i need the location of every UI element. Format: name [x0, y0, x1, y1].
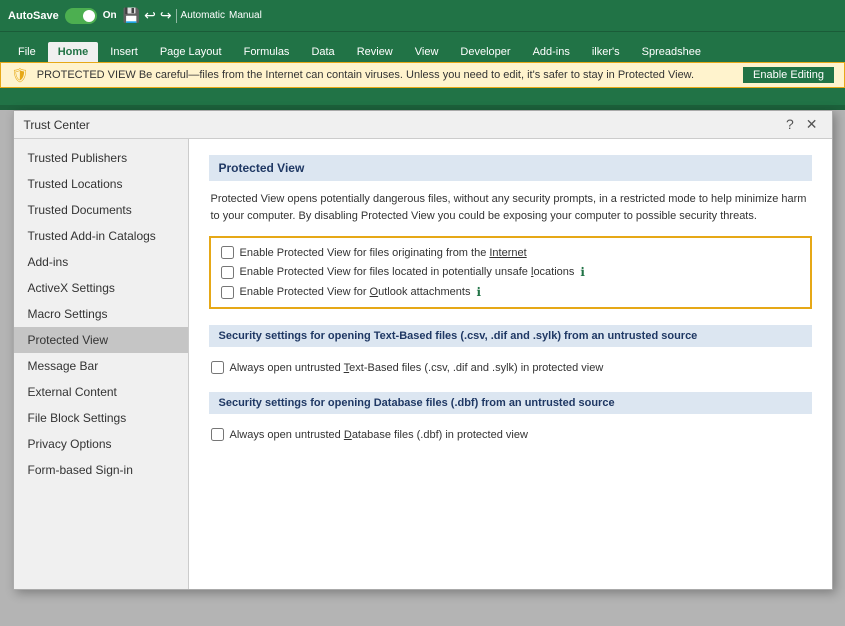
dialog-overlay: Trust Center ? ✕ Trusted Publishers Trus…	[0, 105, 845, 626]
autosave-toggle[interactable]	[65, 8, 97, 24]
auto-icon: Automatic	[181, 10, 225, 21]
dialog-close-btn[interactable]: ✕	[802, 116, 822, 133]
tab-spreadsheet[interactable]: Spreadshee	[632, 42, 711, 62]
sidebar-item-privacy[interactable]: Privacy Options	[14, 431, 188, 457]
dialog-titlebar: Trust Center ? ✕	[14, 111, 832, 139]
sidebar-item-trusted-addin-catalogs[interactable]: Trusted Add-in Catalogs	[14, 223, 188, 249]
section-description: Protected View opens potentially dangero…	[209, 191, 812, 224]
tab-page-layout[interactable]: Page Layout	[150, 42, 232, 62]
protected-view-checkboxes-group: Enable Protected View for files originat…	[209, 236, 812, 309]
autosave-bar: AutoSave On 💾 ↩ ↪ Automatic Manual	[0, 0, 845, 32]
sidebar-item-trusted-documents[interactable]: Trusted Documents	[14, 197, 188, 223]
section-header: Protected View	[209, 155, 812, 181]
sidebar-item-macro[interactable]: Macro Settings	[14, 301, 188, 327]
main-content-area: Protected View Protected View opens pote…	[189, 139, 832, 589]
checkbox-db-files[interactable]	[211, 428, 224, 441]
checkbox-internet-label: Enable Protected View for files originat…	[240, 247, 527, 259]
sidebar-item-external-content[interactable]: External Content	[14, 379, 188, 405]
tab-review[interactable]: Review	[347, 42, 403, 62]
trust-center-sidebar: Trusted Publishers Trusted Locations Tru…	[14, 139, 189, 589]
dialog-help-btn[interactable]: ?	[782, 116, 798, 133]
dialog-title: Trust Center	[24, 118, 90, 132]
sidebar-item-trusted-publishers[interactable]: Trusted Publishers	[14, 145, 188, 171]
tab-ilkers[interactable]: ilker's	[582, 42, 630, 62]
dialog-body: Trusted Publishers Trusted Locations Tru…	[14, 139, 832, 589]
checkbox-unsafe-locations[interactable]	[221, 266, 234, 279]
checkbox-row-outlook: Enable Protected View for Outlook attach…	[221, 285, 800, 299]
sidebar-item-message-bar[interactable]: Message Bar	[14, 353, 188, 379]
ribbon-tabs: File Home Insert Page Layout Formulas Da…	[0, 32, 845, 62]
info-icon-outlook[interactable]: ℹ	[476, 285, 481, 299]
undo-icon[interactable]: ↩	[144, 7, 156, 24]
protected-view-text: PROTECTED VIEW Be careful—files from the…	[37, 69, 735, 81]
save-icon[interactable]: 💾	[123, 7, 140, 24]
toggle-knob	[83, 10, 95, 22]
shield-icon: 🛡	[11, 67, 29, 84]
sidebar-item-protected-view[interactable]: Protected View	[14, 327, 188, 353]
tab-data[interactable]: Data	[301, 42, 344, 62]
sidebar-item-activex[interactable]: ActiveX Settings	[14, 275, 188, 301]
enable-editing-button[interactable]: Enable Editing	[743, 67, 834, 83]
checkbox-text-files[interactable]	[211, 361, 224, 374]
dialog-controls: ? ✕	[782, 116, 822, 133]
sidebar-item-trusted-locations[interactable]: Trusted Locations	[14, 171, 188, 197]
tab-view[interactable]: View	[405, 42, 449, 62]
db-files-label: Always open untrusted Database files (.d…	[230, 429, 528, 441]
checkbox-outlook-label: Enable Protected View for Outlook attach…	[240, 286, 471, 298]
db-files-checkbox-row: Always open untrusted Database files (.d…	[209, 424, 812, 445]
checkbox-row-unsafe-locations: Enable Protected View for files located …	[221, 265, 800, 279]
manual-icon: Manual	[229, 10, 262, 21]
protected-view-bar: 🛡 PROTECTED VIEW Be careful—files from t…	[0, 62, 845, 88]
info-icon-locations[interactable]: ℹ	[580, 265, 585, 279]
tab-developer[interactable]: Developer	[450, 42, 520, 62]
toggle-state-label: On	[103, 10, 117, 21]
db-section-header: Security settings for opening Database f…	[209, 392, 812, 414]
sidebar-item-file-block[interactable]: File Block Settings	[14, 405, 188, 431]
checkbox-unsafe-label: Enable Protected View for files located …	[240, 266, 575, 278]
sidebar-item-addins[interactable]: Add-ins	[14, 249, 188, 275]
tab-file[interactable]: File	[8, 42, 46, 62]
text-files-label: Always open untrusted Text-Based files (…	[230, 362, 604, 374]
tab-formulas[interactable]: Formulas	[234, 42, 300, 62]
quick-access-toolbar: 💾 ↩ ↪ Automatic Manual	[123, 7, 262, 24]
checkbox-outlook[interactable]	[221, 286, 234, 299]
redo-icon[interactable]: ↪	[160, 7, 172, 24]
trust-center-dialog: Trust Center ? ✕ Trusted Publishers Trus…	[13, 110, 833, 590]
tab-addins[interactable]: Add-ins	[523, 42, 580, 62]
text-section-header: Security settings for opening Text-Based…	[209, 325, 812, 347]
checkbox-internet[interactable]	[221, 246, 234, 259]
autosave-label: AutoSave	[8, 10, 59, 22]
tab-home[interactable]: Home	[48, 42, 99, 62]
checkbox-row-internet: Enable Protected View for files originat…	[221, 246, 800, 259]
tab-insert[interactable]: Insert	[100, 42, 148, 62]
sidebar-item-form-signin[interactable]: Form-based Sign-in	[14, 457, 188, 483]
text-files-checkbox-row: Always open untrusted Text-Based files (…	[209, 357, 812, 378]
